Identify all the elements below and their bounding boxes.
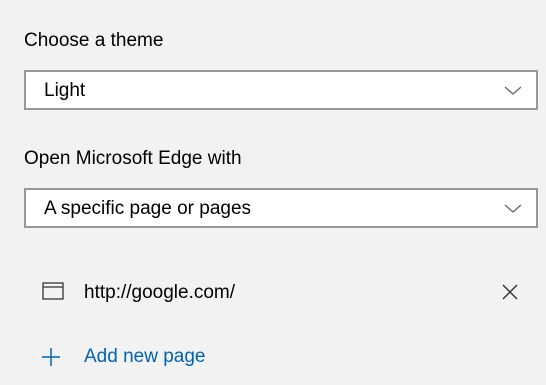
startup-page-url: http://google.com/ xyxy=(84,282,236,303)
add-new-page-button[interactable]: Add new page xyxy=(24,336,324,376)
plus-icon xyxy=(42,348,60,366)
startup-page-item[interactable]: http://google.com/ xyxy=(24,270,538,316)
close-icon[interactable] xyxy=(498,280,522,304)
theme-dropdown-value: Light xyxy=(44,80,86,101)
add-new-page-label: Add new page xyxy=(84,346,206,367)
startup-label: Open Microsoft Edge with xyxy=(24,148,242,169)
chevron-down-icon xyxy=(504,86,522,95)
theme-dropdown[interactable]: Light xyxy=(24,70,538,110)
chevron-down-icon xyxy=(504,204,522,213)
browser-window-icon xyxy=(42,282,64,300)
startup-dropdown[interactable]: A specific page or pages xyxy=(24,188,538,228)
startup-dropdown-value: A specific page or pages xyxy=(44,198,252,219)
edge-settings-panel: Choose a theme Light Open Microsoft Edge… xyxy=(0,0,546,385)
theme-label: Choose a theme xyxy=(24,30,164,51)
